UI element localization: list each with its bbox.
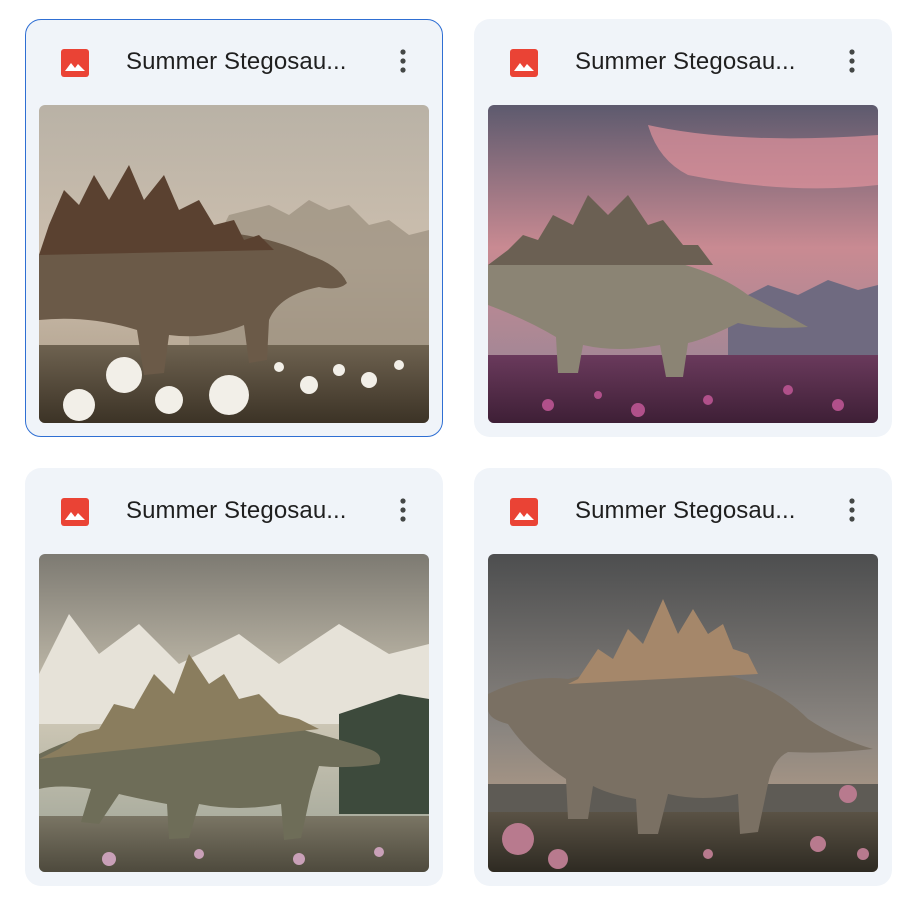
file-card[interactable]: Summer Stegosau... <box>474 468 892 886</box>
more-options-button[interactable] <box>832 490 872 530</box>
thumbnail-image <box>488 105 878 423</box>
more-vert-icon <box>849 498 855 522</box>
more-options-button[interactable] <box>383 490 423 530</box>
file-card-header: Summer Stegosau... <box>25 468 443 554</box>
file-card[interactable]: Summer Stegosau... <box>25 19 443 437</box>
file-card-header: Summer Stegosau... <box>474 468 892 554</box>
image-icon <box>510 498 538 526</box>
more-vert-icon <box>400 498 406 522</box>
file-title[interactable]: Summer Stegosau... <box>126 493 366 529</box>
file-card-header: Summer Stegosau... <box>474 19 892 105</box>
file-thumbnail[interactable] <box>488 105 878 423</box>
file-title[interactable]: Summer Stegosau... <box>126 44 366 80</box>
thumbnail-image <box>39 105 429 423</box>
file-card-header: Summer Stegosau... <box>26 20 442 106</box>
thumbnail-image <box>39 554 429 872</box>
file-card[interactable]: Summer Stegosau... <box>474 19 892 437</box>
file-title[interactable]: Summer Stegosau... <box>575 44 815 80</box>
file-card[interactable]: Summer Stegosau... <box>25 468 443 886</box>
thumbnail-image <box>488 554 878 872</box>
image-icon <box>61 49 89 77</box>
file-thumbnail[interactable] <box>39 554 429 872</box>
image-icon <box>510 49 538 77</box>
file-thumbnail[interactable] <box>488 554 878 872</box>
file-thumbnail[interactable] <box>39 105 429 423</box>
more-options-button[interactable] <box>832 41 872 81</box>
more-vert-icon <box>400 49 406 73</box>
more-options-button[interactable] <box>383 41 423 81</box>
file-title[interactable]: Summer Stegosau... <box>575 493 815 529</box>
file-grid: Summer Stegosau... Summer Stegosau... Su… <box>0 0 908 900</box>
image-icon <box>61 498 89 526</box>
more-vert-icon <box>849 49 855 73</box>
